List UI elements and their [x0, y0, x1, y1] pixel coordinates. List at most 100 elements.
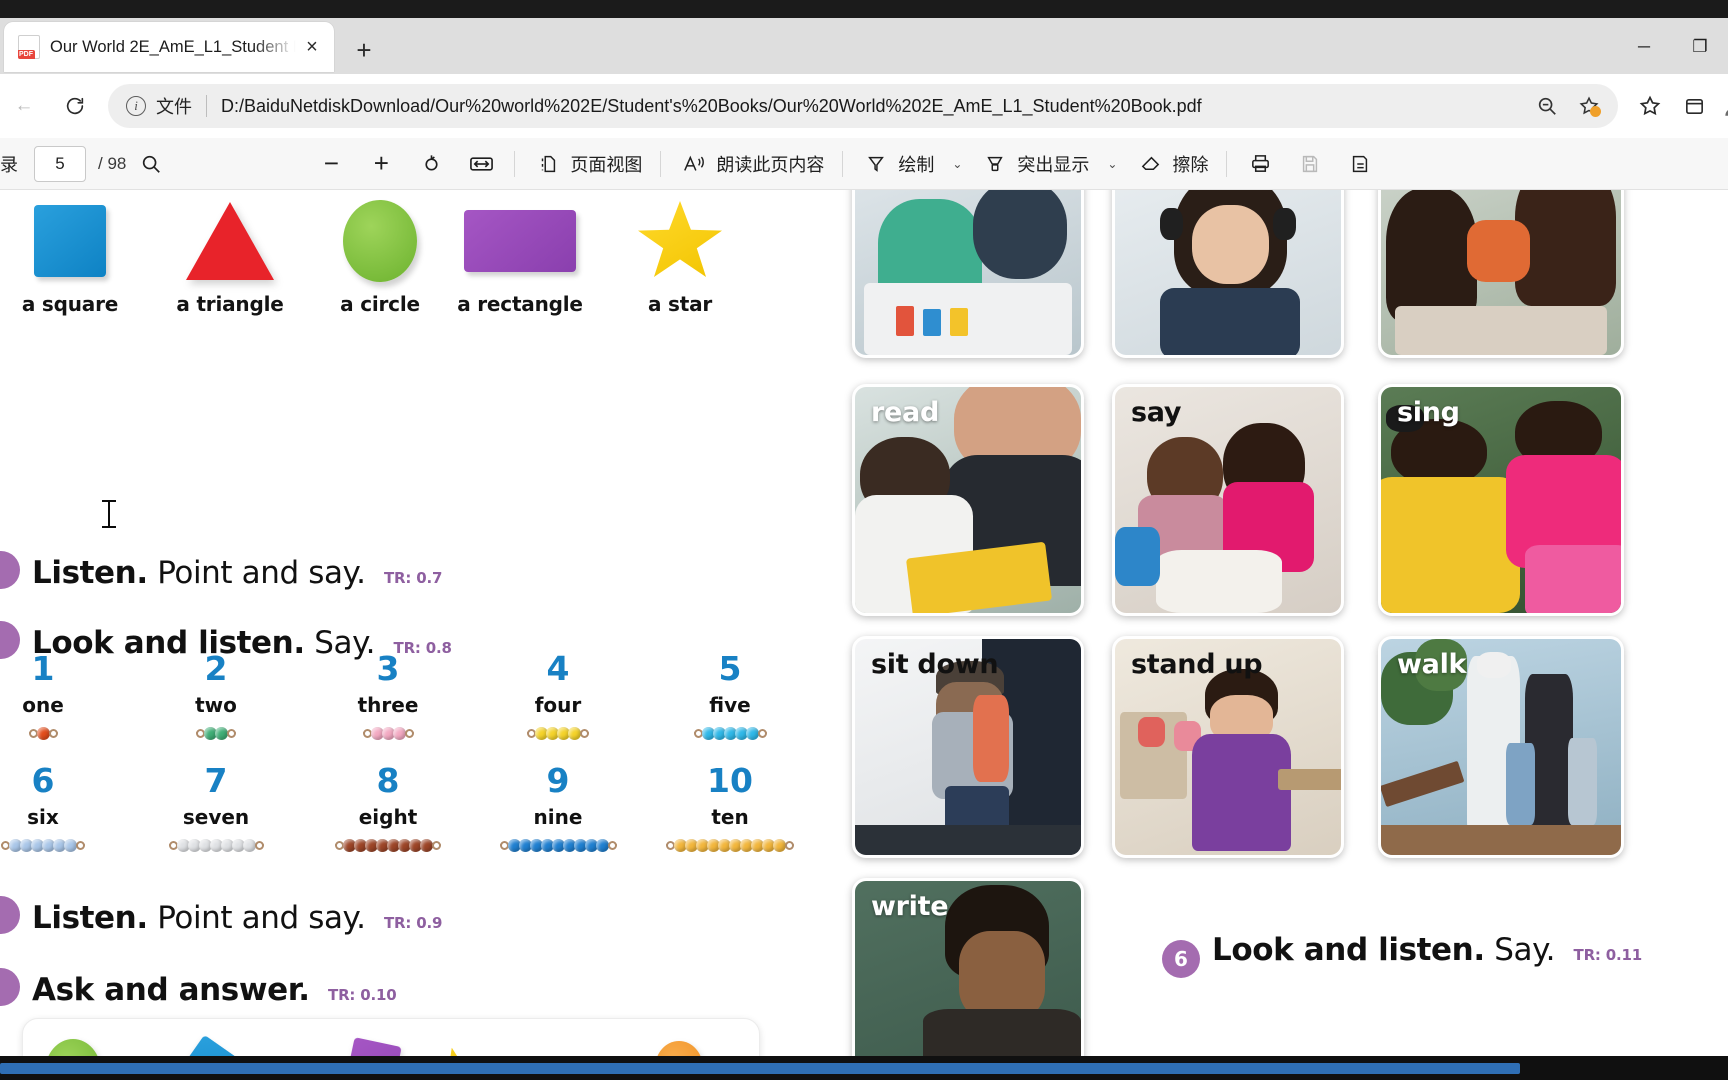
activity-rest-text: Point and say. — [157, 900, 366, 936]
scatter-circle-orange — [655, 1041, 703, 1056]
activity-look-and-listen-say-right: 6 Look and listen. Say. TR: 0.11 — [1162, 932, 1642, 978]
shape-label: a square — [21, 292, 119, 316]
card-label: read — [871, 397, 939, 428]
number-item-three: 3 three — [298, 652, 478, 740]
navigation-bar: ← i 文件 D:/BaiduNetdiskDownload/Our%20wor… — [0, 74, 1728, 138]
read-aloud-button[interactable]: 朗读此页内容 — [669, 145, 834, 183]
number-item-four: 4 four — [468, 652, 648, 740]
highlight-button[interactable]: 突出显示 — [970, 145, 1099, 183]
pdf-page-viewer[interactable]: a square a triangle a circle a rectangle… — [0, 190, 1728, 1056]
save-as-button[interactable] — [1335, 145, 1385, 183]
activity-bold-text: Listen. — [32, 900, 148, 936]
number-item-two: 2 two — [126, 652, 306, 740]
page-view-button[interactable]: 页面视图 — [523, 145, 652, 183]
number-word: nine — [533, 805, 583, 829]
bead-wire — [499, 838, 617, 852]
save-as-icon — [1345, 149, 1375, 179]
erase-label: 擦除 — [1172, 154, 1209, 175]
number-word: six — [27, 805, 59, 829]
new-tab-button[interactable]: + — [344, 32, 384, 68]
bead-end-cap — [254, 840, 264, 850]
abacus-7 — [126, 838, 306, 852]
bead — [595, 838, 609, 852]
number-word: two — [195, 693, 237, 717]
close-icon[interactable]: × — [298, 33, 326, 61]
number-word: ten — [711, 805, 749, 829]
rotate-button[interactable] — [406, 145, 456, 183]
bead-end-cap — [227, 728, 236, 738]
erase-button[interactable]: 擦除 — [1125, 145, 1218, 183]
action-photo-card-grid: read say sing sit down stand up walk wri… — [852, 190, 1728, 1056]
zoom-out-button[interactable]: − — [306, 145, 356, 183]
scatter-rectangle — [332, 1037, 402, 1056]
number-digit: 9 — [546, 761, 570, 800]
page-number-input[interactable]: 5 — [34, 145, 86, 182]
scrollbar-thumb[interactable] — [0, 1063, 1520, 1074]
url-text[interactable]: D:/BaiduNetdiskDownload/Our%20world%202E… — [221, 96, 1528, 117]
number-item-eight: 8 eight — [298, 764, 478, 852]
abacus-9 — [468, 838, 648, 852]
highlighter-icon — [980, 149, 1010, 179]
number-word: five — [709, 693, 751, 717]
horizontal-scrollbar[interactable] — [0, 1056, 1728, 1080]
page-total-label: / 98 — [98, 153, 127, 173]
bead-end-cap — [404, 728, 414, 738]
photo-card-sit-down: sit down — [852, 636, 1084, 858]
scheme-label: 文件 — [156, 97, 192, 117]
shape-item-rectangle: a rectangle — [445, 198, 595, 316]
activity-bold-text: Look and listen. — [1212, 932, 1485, 968]
shape-item-star: a star — [605, 198, 755, 316]
abacus-4 — [468, 726, 648, 740]
fit-width-button[interactable] — [456, 145, 506, 183]
photo-card-say: say — [1112, 384, 1344, 616]
reload-icon[interactable] — [55, 86, 95, 126]
zoom-in-button[interactable]: + — [356, 145, 406, 183]
page-view-icon — [533, 149, 563, 179]
profile-avatar[interactable] — [1712, 84, 1728, 128]
photo-card-sing: sing — [1378, 384, 1624, 616]
highlight-chevron-down-icon[interactable]: ⌄ — [1099, 157, 1125, 171]
shape-label: a triangle — [176, 292, 284, 316]
bead-wire — [693, 726, 767, 740]
activity-badge — [0, 968, 20, 1006]
minus-icon: − — [323, 148, 339, 178]
number-item-five: 5 five — [640, 652, 820, 740]
save-button[interactable] — [1285, 145, 1335, 183]
back-icon[interactable]: ← — [6, 88, 42, 124]
draw-button[interactable]: 绘制 — [851, 145, 944, 183]
number-digit: 6 — [31, 761, 55, 800]
pdf-toolbar: 录 5 / 98 − + 页面视图 朗读此页内容 绘制 ⌄ 突出显示 ⌄ 擦除 — [0, 138, 1728, 190]
track-label: TR: 0.10 — [328, 986, 397, 1004]
address-bar[interactable]: i 文件 D:/BaiduNetdiskDownload/Our%20world… — [108, 84, 1618, 128]
collections-icon[interactable] — [1672, 84, 1716, 128]
minimize-icon[interactable]: ─ — [1616, 24, 1672, 70]
text-cursor — [102, 500, 116, 528]
fit-width-icon — [466, 149, 496, 179]
search-button[interactable] — [126, 145, 176, 183]
photo-children-craft — [1381, 190, 1621, 355]
favorite-star-icon[interactable] — [1570, 87, 1608, 125]
bead-wire — [168, 838, 264, 852]
plus-icon: + — [373, 148, 389, 178]
browser-tab[interactable]: Our World 2E_AmE_L1_Student B × — [4, 22, 334, 72]
zoom-out-icon[interactable] — [1528, 87, 1566, 125]
number-word: seven — [182, 805, 250, 829]
activity-heading: Look and listen. Say. TR: 0.11 — [1212, 932, 1642, 968]
favorites-icon[interactable] — [1628, 84, 1672, 128]
number-row-1: 1 one 2 two 3 three 4 four 5 five — [8, 652, 798, 764]
maximize-icon[interactable]: ❐ — [1672, 24, 1728, 70]
table-of-contents-label: 录 — [0, 154, 18, 175]
print-button[interactable] — [1235, 145, 1285, 183]
shape-label: a star — [647, 292, 713, 316]
table-of-contents-button[interactable]: 录 — [0, 145, 34, 183]
card-label: walk — [1397, 649, 1467, 680]
info-icon[interactable]: i — [126, 96, 146, 116]
draw-chevron-down-icon[interactable]: ⌄ — [944, 157, 970, 171]
shape-item-circle: a circle — [305, 198, 455, 316]
track-label: TR: 0.11 — [1573, 946, 1643, 964]
shape-label: a circle — [340, 292, 420, 316]
activity-heading: Listen. Point and say. TR: 0.7 — [32, 555, 442, 591]
card-label: sing — [1397, 397, 1460, 428]
divider — [206, 95, 207, 117]
number-word: four — [534, 693, 582, 717]
